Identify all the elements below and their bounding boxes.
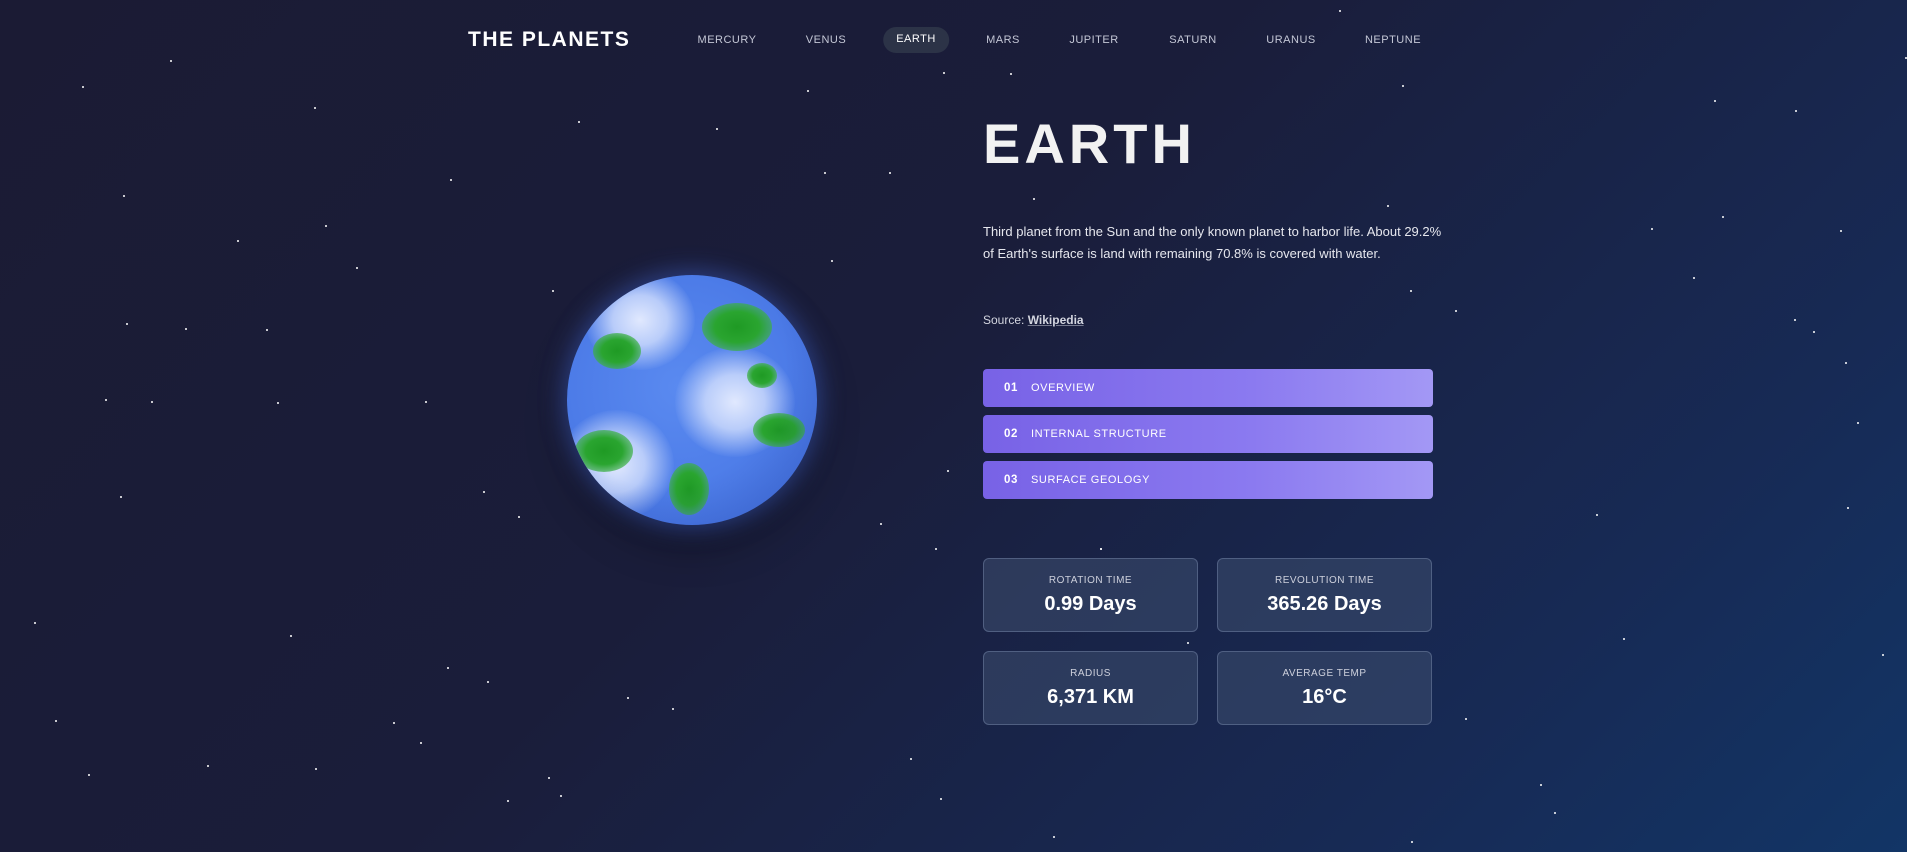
stat-value: 0.99 Days [1044, 593, 1137, 615]
stat-label: AVERAGE TEMP [1282, 668, 1367, 679]
nav-item-saturn[interactable]: SATURN [1169, 27, 1216, 53]
planet-title: EARTH [983, 112, 1196, 175]
tab-label: OVERVIEW [1031, 382, 1095, 394]
tab-number: 02 [1004, 428, 1018, 440]
nav-item-venus[interactable]: VENUS [806, 27, 846, 53]
nav-item-jupiter[interactable]: JUPITER [1069, 27, 1118, 53]
source-prefix: Source: [983, 313, 1028, 327]
nav-item-mars[interactable]: MARS [986, 27, 1020, 53]
planet-earth-illustration [567, 275, 817, 525]
planet-nav: MERCURY VENUS EARTH MARS JUPITER SATURN … [0, 27, 1907, 53]
source-line: Source: Wikipedia [983, 312, 1084, 328]
stat-value: 16°C [1302, 686, 1347, 708]
source-link[interactable]: Wikipedia [1028, 313, 1084, 327]
nav-item-uranus[interactable]: URANUS [1266, 27, 1315, 53]
planet-tabs: 01 OVERVIEW 02 INTERNAL STRUCTURE 03 SUR… [983, 369, 1433, 507]
tab-label: INTERNAL STRUCTURE [1031, 428, 1167, 440]
stat-label: RADIUS [1070, 668, 1111, 679]
stat-value: 6,371 KM [1047, 686, 1134, 708]
stat-card-radius: RADIUS 6,371 KM [983, 651, 1198, 725]
tab-overview[interactable]: 01 OVERVIEW [983, 369, 1433, 407]
stat-card-average-temp: AVERAGE TEMP 16°C [1217, 651, 1432, 725]
stat-card-revolution-time: REVOLUTION TIME 365.26 Days [1217, 558, 1432, 632]
tab-number: 03 [1004, 474, 1018, 486]
stat-label: REVOLUTION TIME [1275, 575, 1374, 586]
tab-number: 01 [1004, 382, 1018, 394]
tab-surface-geology[interactable]: 03 SURFACE GEOLOGY [983, 461, 1433, 499]
nav-item-earth[interactable]: EARTH [883, 27, 949, 53]
nav-item-mercury[interactable]: MERCURY [698, 27, 757, 53]
tab-label: SURFACE GEOLOGY [1031, 474, 1151, 486]
tab-internal-structure[interactable]: 02 INTERNAL STRUCTURE [983, 415, 1433, 453]
stat-label: ROTATION TIME [1048, 575, 1133, 586]
starfield-background [0, 0, 1907, 852]
nav-item-neptune[interactable]: NEPTUNE [1365, 27, 1421, 53]
stat-value: 365.26 Days [1267, 593, 1382, 615]
planet-description: Third planet from the Sun and the only k… [983, 224, 1442, 261]
stat-card-rotation-time: ROTATION TIME 0.99 Days [983, 558, 1198, 632]
